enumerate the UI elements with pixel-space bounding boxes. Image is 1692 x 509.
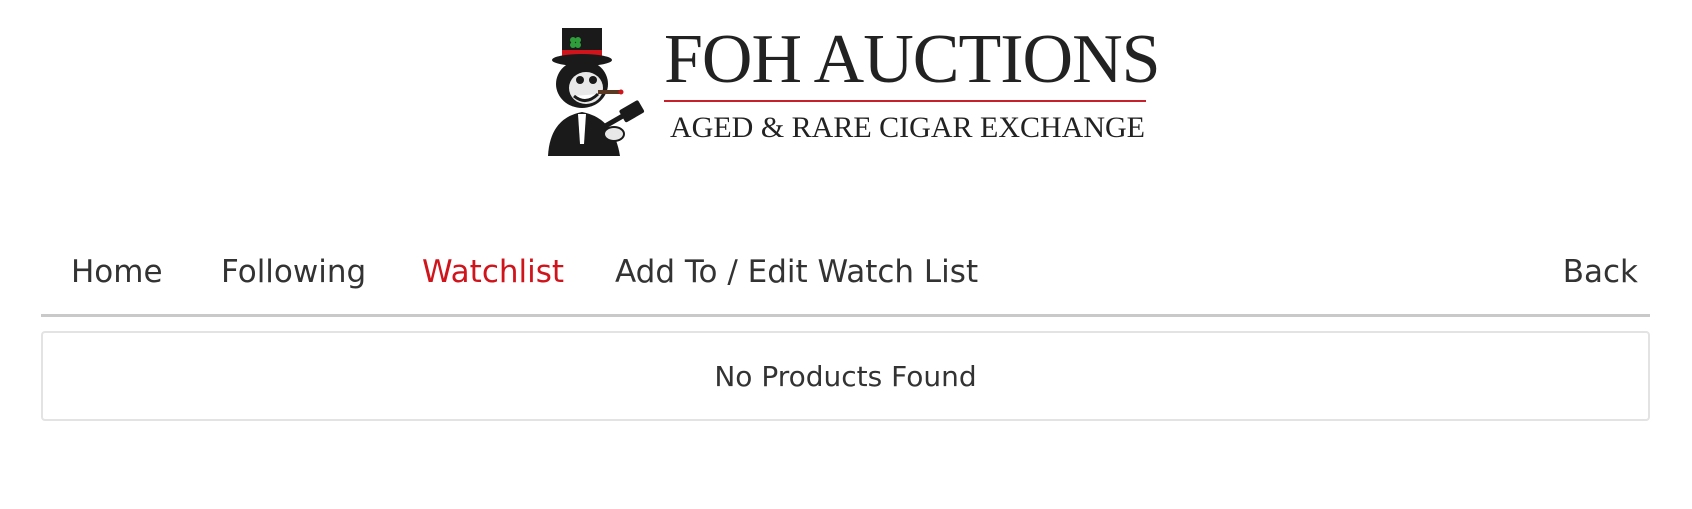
- top-nav: Home Following Watchlist Add To / Edit W…: [41, 250, 1650, 317]
- logo-title: FOH AUCTIONS: [664, 21, 1161, 98]
- back-link[interactable]: Back: [1563, 250, 1638, 294]
- page: FOH AUCTIONS AGED & RARE CIGAR EXCHANGE …: [0, 0, 1692, 509]
- logo-divider: [664, 100, 1146, 102]
- nav-add-edit-watch-list[interactable]: Add To / Edit Watch List: [615, 250, 978, 294]
- empty-state-message: No Products Found: [714, 359, 977, 393]
- nav-watchlist[interactable]: Watchlist: [422, 250, 564, 294]
- products-panel: No Products Found: [41, 331, 1650, 421]
- site-logo[interactable]: FOH AUCTIONS AGED & RARE CIGAR EXCHANGE: [540, 22, 1161, 156]
- nav-home[interactable]: Home: [71, 250, 163, 294]
- logo-subtitle: AGED & RARE CIGAR EXCHANGE: [670, 111, 1145, 144]
- top-hat-monkey-with-gavel-icon: [548, 28, 645, 156]
- nav-following[interactable]: Following: [221, 250, 366, 294]
